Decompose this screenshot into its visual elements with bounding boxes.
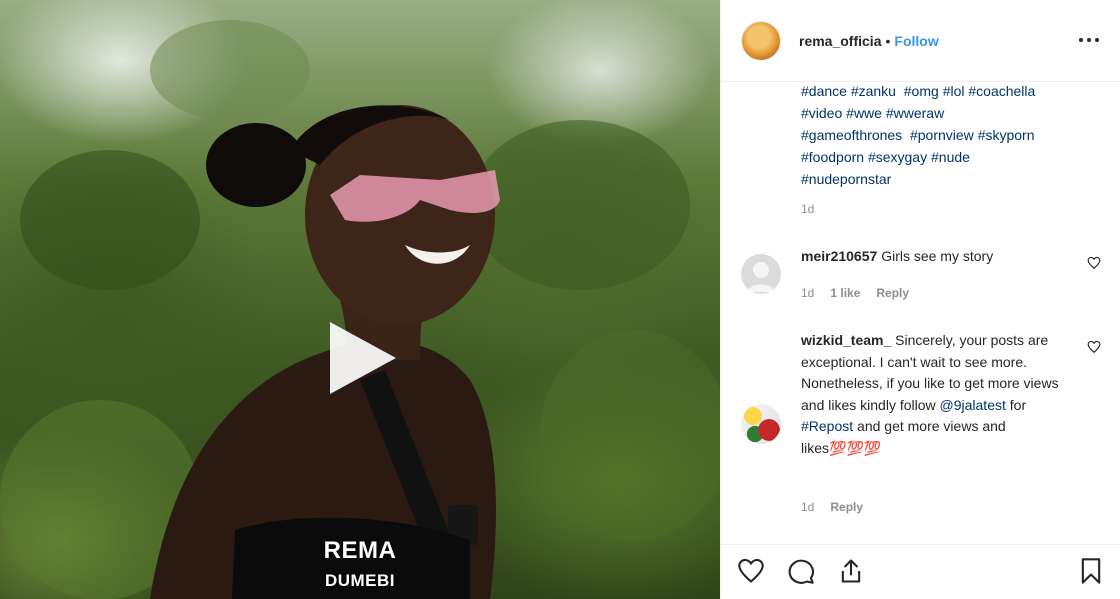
hashtag-link[interactable]: #gameofthrones (801, 127, 902, 143)
comment-username[interactable]: wizkid_team_ (801, 332, 891, 348)
comment-item: wizkid_team_ Sincerely, your posts are e… (741, 330, 1101, 520)
bookmark-icon[interactable] (1077, 557, 1105, 585)
hashtag-link[interactable]: #lol (943, 83, 965, 99)
person-figure (150, 105, 500, 599)
more-horizontal-icon (1079, 38, 1099, 42)
instagram-post: REMA DUMEBI rema_officia • Follow #dance (0, 0, 1120, 599)
post-caption: #dance #zanku #omg #lol #coachella #vide… (801, 80, 1101, 220)
commenter-avatar[interactable] (741, 404, 781, 444)
hashtag-link[interactable]: #foodporn (801, 149, 864, 165)
reply-button[interactable]: Reply (830, 500, 863, 514)
hashtag-link[interactable]: #zanku (851, 83, 896, 99)
caption-line: #dance #zanku #omg #lol #coachella (801, 80, 1101, 102)
more-options-button[interactable] (1077, 30, 1101, 50)
share-icon[interactable] (837, 557, 865, 585)
follow-button[interactable]: Follow (894, 33, 938, 49)
hashtag-link[interactable]: #video (801, 105, 842, 121)
reply-button[interactable]: Reply (876, 286, 909, 300)
hashtag-link[interactable]: #dance (801, 83, 847, 99)
caption-line: #nudepornstar (801, 168, 1101, 190)
play-icon (330, 322, 396, 394)
hashtag-link[interactable]: #Repost (801, 418, 853, 434)
hashtag-link[interactable]: #sexygay (868, 149, 927, 165)
hashtag-link[interactable]: #wweraw (886, 105, 944, 121)
comment-icon[interactable] (787, 557, 815, 585)
header-separator: • (885, 32, 891, 49)
commenter-avatar[interactable] (741, 254, 781, 294)
comment-username[interactable]: meir210657 (801, 248, 877, 264)
hashtag-link[interactable]: #coachella (968, 83, 1035, 99)
hashtag-link[interactable]: #skyporn (978, 127, 1035, 143)
hashtag-link[interactable]: #nude (931, 149, 970, 165)
caption-timestamp[interactable]: 1d (801, 198, 1101, 220)
heart-icon[interactable] (737, 557, 765, 585)
comment-text: Girls see my story (881, 248, 994, 264)
comment-like-icon[interactable] (1087, 340, 1101, 354)
post-sidebar: rema_officia • Follow #dance #zanku #omg… (720, 0, 1120, 599)
comment-timestamp[interactable]: 1d (801, 286, 814, 300)
comment-like-icon[interactable] (1087, 256, 1101, 270)
hashtag-link[interactable]: #wwe (846, 105, 882, 121)
video-overlay-subtitle: DUMEBI (324, 571, 396, 590)
comment-text: for (1009, 396, 1027, 413)
comment-body: wizkid_team_ Sincerely, your posts are e… (801, 330, 1061, 459)
author-avatar[interactable] (741, 20, 781, 61)
comment-timestamp[interactable]: 1d (801, 500, 814, 514)
post-action-bar (721, 544, 1120, 599)
comments-list[interactable]: #dance #zanku #omg #lol #coachella #vide… (721, 70, 1120, 544)
caption-line: #foodporn #sexygay #nude (801, 146, 1101, 168)
mention-link[interactable]: @9jalatest (940, 397, 1006, 413)
video-overlay-title: REMA (323, 537, 397, 564)
caption-line: #gameofthrones #pornview #skyporn (801, 124, 1101, 146)
author-username[interactable]: rema_officia (799, 33, 881, 49)
emoji-text: 💯💯💯 (829, 439, 882, 456)
comment-likes[interactable]: 1 like (830, 286, 860, 300)
default-avatar-icon (747, 262, 775, 292)
hashtag-link[interactable]: #omg (904, 83, 939, 99)
play-button[interactable] (322, 318, 402, 398)
caption-line: #video #wwe #wweraw (801, 102, 1101, 124)
comment-item: meir210657 Girls see my story 1d 1 like … (741, 246, 1101, 306)
hashtag-link[interactable]: #nudepornstar (801, 171, 891, 187)
comment-meta: 1d 1 like Reply (801, 286, 909, 300)
hashtag-link[interactable]: #pornview (910, 127, 974, 143)
comment-body: meir210657 Girls see my story (801, 246, 1061, 268)
video-media[interactable]: REMA DUMEBI (0, 0, 720, 599)
comment-meta: 1d Reply (801, 500, 863, 514)
